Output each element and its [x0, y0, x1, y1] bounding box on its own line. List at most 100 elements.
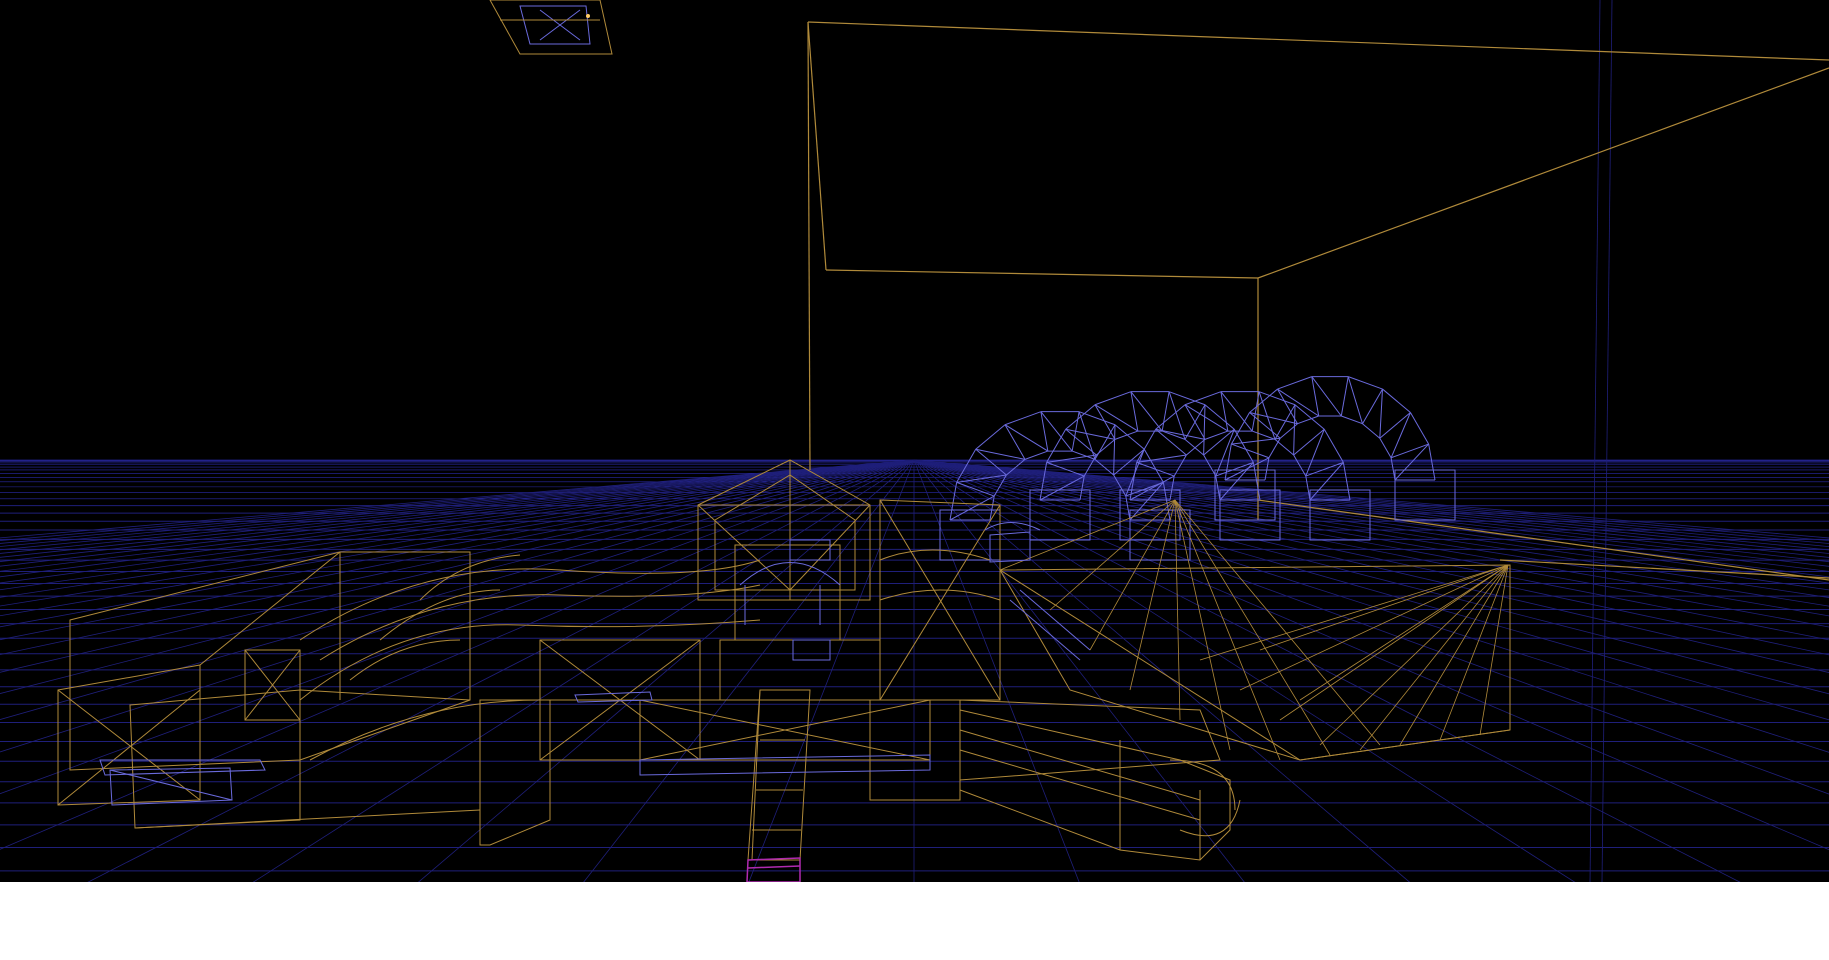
grid-line — [913, 459, 1829, 563]
arch-segment — [1130, 391, 1139, 432]
grid-line — [913, 459, 1829, 851]
arch-segment — [1161, 391, 1170, 432]
arch-segment — [1268, 437, 1281, 459]
grid-line — [1601, 0, 1613, 882]
arch-segment — [1231, 437, 1281, 445]
grid-line — [87, 459, 915, 882]
wireframe-scene[interactable] — [0, 0, 1829, 882]
3d-viewport[interactable] — [0, 0, 1829, 882]
arch-segment — [975, 448, 1026, 460]
arch-segment — [1258, 391, 1296, 406]
grid-line — [583, 459, 915, 882]
arch-segment — [1203, 454, 1217, 477]
arch-segment — [1024, 450, 1049, 460]
fan-ray — [1129, 499, 1176, 691]
arch-segment — [1428, 444, 1436, 481]
arch-segment — [975, 424, 1006, 450]
arch-segment — [1410, 412, 1430, 445]
arch-segment — [1046, 429, 1067, 463]
grid-line — [913, 459, 1829, 572]
grid-line — [913, 459, 1829, 542]
fan-ray — [1259, 564, 1509, 651]
fan-ray — [1089, 499, 1176, 651]
arch-segment — [1323, 429, 1344, 463]
grid-line — [0, 459, 915, 547]
grid-line — [748, 459, 915, 882]
arch-segment — [1004, 411, 1042, 426]
grid-line — [0, 459, 915, 544]
grid-line — [913, 459, 1829, 656]
skybox-wireframe[interactable] — [807, 21, 1829, 581]
grid-line — [0, 459, 915, 607]
grid-line — [913, 459, 1829, 617]
grid-line — [0, 459, 915, 850]
grid-line — [0, 459, 915, 562]
grid-line — [913, 459, 1829, 539]
arch-segment — [1231, 443, 1270, 459]
grid-line — [0, 459, 915, 628]
arch-segment — [1114, 430, 1139, 440]
arch-segment — [1224, 457, 1270, 481]
fan-ray — [1319, 564, 1509, 746]
arch-segment — [1348, 376, 1383, 390]
grid-line — [0, 459, 915, 795]
grid-line — [913, 459, 1829, 584]
arch-segment — [1264, 457, 1270, 481]
arch-segment — [1379, 437, 1392, 459]
selected-brush[interactable] — [746, 857, 801, 882]
fan-ray — [1439, 564, 1509, 741]
arch-segment — [1277, 376, 1312, 390]
map-geometry[interactable] — [57, 459, 1511, 861]
arch-segment — [1173, 454, 1187, 477]
grid-line — [0, 459, 915, 694]
grid-line — [0, 459, 915, 598]
grid-line — [252, 459, 915, 882]
grid-line — [913, 459, 1829, 548]
arch-segment — [1203, 404, 1206, 456]
floating-brush-box[interactable] — [489, 0, 613, 55]
grid-line — [913, 459, 1829, 544]
arch-segment — [1305, 429, 1325, 477]
grid-line — [913, 459, 1829, 567]
grid-line — [0, 459, 915, 720]
arch-segment — [1220, 391, 1229, 432]
arch-segment — [1094, 391, 1132, 406]
arch-segment — [1294, 404, 1325, 430]
grid-line — [0, 459, 915, 617]
arch-segment — [1136, 461, 1175, 477]
arch-segment — [1113, 424, 1116, 476]
grid-line — [913, 459, 1741, 882]
arch-segment — [1341, 415, 1363, 425]
arch-segment — [1293, 454, 1307, 477]
arch-segment — [1004, 424, 1049, 452]
empty-region-below-viewport — [0, 882, 1829, 960]
arch-segment — [956, 481, 995, 497]
grid-line — [913, 459, 1829, 551]
grid-line — [913, 459, 1829, 795]
grid-line — [913, 459, 1829, 673]
fan-ray — [1479, 564, 1509, 736]
arch-segment — [1379, 389, 1383, 439]
grid-line — [913, 459, 1829, 721]
arch-segment — [1065, 404, 1096, 430]
arch-segment — [1362, 423, 1381, 439]
grid-line — [0, 459, 915, 551]
arch-segment — [1277, 388, 1319, 417]
grid-line — [913, 459, 1829, 558]
grid-line — [913, 459, 1829, 628]
arch-segment — [1342, 462, 1351, 501]
arch-segment — [1347, 376, 1363, 424]
arch-segment — [1004, 424, 1026, 460]
grid-line — [0, 459, 915, 673]
grid-line — [0, 459, 915, 578]
arch-segment — [949, 495, 995, 521]
arch-segment — [1379, 412, 1411, 439]
arch-segment — [1311, 376, 1320, 417]
arch-segment — [1394, 443, 1430, 481]
grid-line — [913, 459, 1829, 591]
arch-segment — [1094, 404, 1116, 440]
grid-line — [0, 459, 915, 539]
arch-segment — [1215, 429, 1235, 477]
grid-line — [0, 459, 915, 558]
grid-line — [0, 459, 915, 554]
